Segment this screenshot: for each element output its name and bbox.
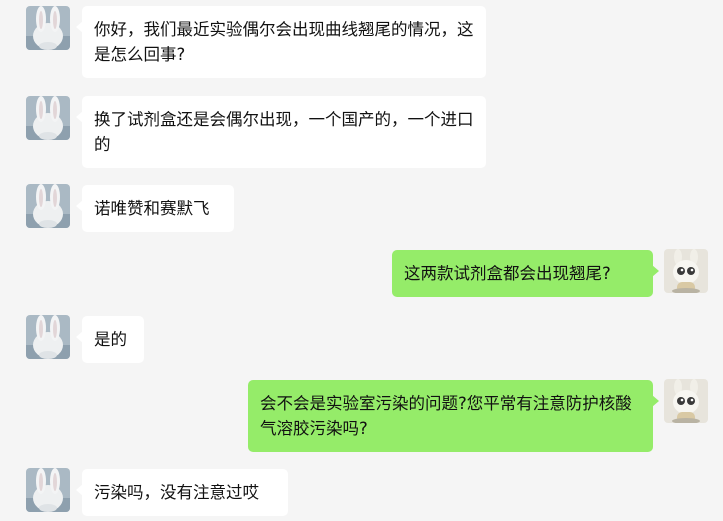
- bunny-figurine-avatar-icon: [664, 249, 708, 293]
- incoming-message-bubble[interactable]: 是的: [76, 316, 144, 363]
- contact-avatar[interactable]: [26, 6, 70, 50]
- incoming-message-bubble[interactable]: 诺唯赞和赛默飞: [76, 185, 234, 232]
- contact-avatar[interactable]: [26, 96, 70, 140]
- outgoing-message-bubble[interactable]: 这两款试剂盒都会出现翘尾?: [392, 250, 659, 297]
- my-avatar[interactable]: [664, 379, 708, 423]
- contact-avatar[interactable]: [26, 468, 70, 512]
- contact-avatar[interactable]: [26, 184, 70, 228]
- chat-window: 你好，我们最近实验偶尔会出现曲线翘尾的情况，这是怎么回事? 换了试剂盒还是会偶尔…: [0, 0, 723, 521]
- contact-avatar[interactable]: [26, 315, 70, 359]
- white-rabbit-avatar-icon: [26, 315, 70, 359]
- white-rabbit-avatar-icon: [26, 6, 70, 50]
- white-rabbit-avatar-icon: [26, 468, 70, 512]
- outgoing-message-bubble[interactable]: 会不会是实验室污染的问题?您平常有注意防护核酸气溶胶污染吗?: [248, 380, 659, 452]
- incoming-message-bubble[interactable]: 你好，我们最近实验偶尔会出现曲线翘尾的情况，这是怎么回事?: [76, 6, 486, 78]
- incoming-message-bubble[interactable]: 污染吗，没有注意过哎: [76, 469, 288, 516]
- white-rabbit-avatar-icon: [26, 96, 70, 140]
- white-rabbit-avatar-icon: [26, 184, 70, 228]
- bunny-figurine-avatar-icon: [664, 379, 708, 423]
- my-avatar[interactable]: [664, 249, 708, 293]
- incoming-message-bubble[interactable]: 换了试剂盒还是会偶尔出现，一个国产的，一个进口的: [76, 96, 486, 168]
